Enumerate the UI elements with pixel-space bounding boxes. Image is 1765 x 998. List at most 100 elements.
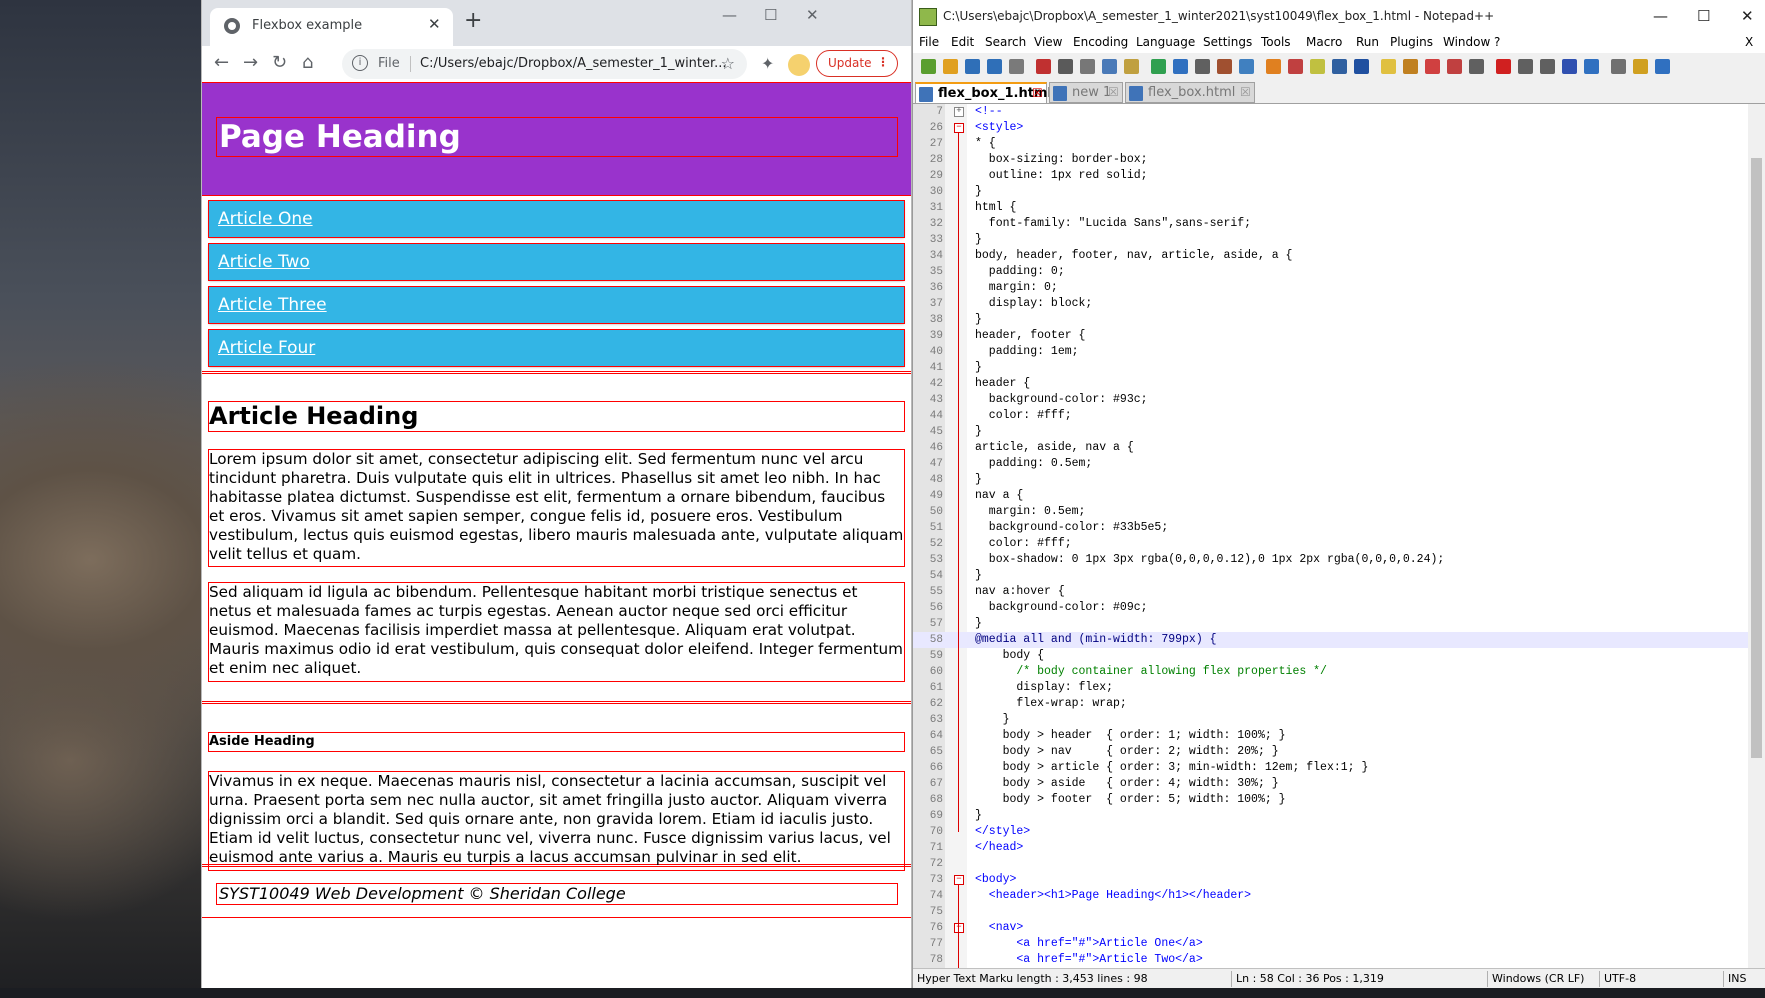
menu-encoding[interactable]: Encoding	[1073, 35, 1128, 49]
folder-icon[interactable]	[1633, 59, 1648, 74]
back-icon[interactable]: ←	[214, 52, 229, 73]
fold-collapse-icon[interactable]: −	[954, 875, 964, 885]
code-line[interactable]: 59 body {	[913, 648, 1765, 664]
code-editor[interactable]: 7 + <!-- 26 − <style> 27 * {28 box-sizing: bord…	[913, 104, 1765, 968]
code-line[interactable]: 44 color: #fff;	[913, 408, 1765, 424]
nav-link-article-two[interactable]: Article Two	[208, 243, 905, 281]
avatar[interactable]	[788, 54, 810, 76]
code-line[interactable]: 78 <a href="#">Article Two</a>	[913, 952, 1765, 968]
update-button[interactable]: Update ⋮	[816, 50, 898, 77]
code-line[interactable]: 67 body > aside { order: 4; width: 30%; …	[913, 776, 1765, 792]
code-line[interactable]: 35 padding: 0;	[913, 264, 1765, 280]
code-line[interactable]: 41}	[913, 360, 1765, 376]
close-tab-icon[interactable]: ✕	[428, 15, 441, 33]
save-all-icon[interactable]	[987, 59, 1002, 74]
code-line[interactable]: 28 box-sizing: border-box;	[913, 152, 1765, 168]
save-macro-icon[interactable]	[1584, 59, 1599, 74]
code-line[interactable]: 63 }	[913, 712, 1765, 728]
code-line[interactable]: 30}	[913, 184, 1765, 200]
scrollbar-thumb[interactable]	[1751, 158, 1762, 758]
code-line[interactable]: 55 nav a:hover {	[913, 584, 1765, 600]
show-all-chars-icon[interactable]	[1354, 59, 1369, 74]
home-icon[interactable]: ⌂	[302, 52, 313, 73]
code-line[interactable]: 43 background-color: #93c;	[913, 392, 1765, 408]
code-line[interactable]: 32 font-family: "Lucida Sans",sans-serif…	[913, 216, 1765, 232]
open-file-icon[interactable]	[943, 59, 958, 74]
tab-flex-box-1[interactable]: flex_box_1.html ☒	[915, 82, 1052, 103]
code-line[interactable]: 62 flex-wrap: wrap;	[913, 696, 1765, 712]
code-line[interactable]: 51 background-color: #33b5e5;	[913, 520, 1765, 536]
menu-plugins[interactable]: Plugins	[1390, 35, 1433, 49]
new-tab-icon[interactable]: +	[464, 10, 482, 32]
minimize-icon[interactable]: —	[1653, 7, 1668, 25]
code-line[interactable]: 34 body, header, footer, nav, article, as…	[913, 248, 1765, 264]
replace-icon[interactable]	[1217, 59, 1232, 74]
code-line[interactable]: 50 margin: 0.5em;	[913, 504, 1765, 520]
browser-tab[interactable]: Flexbox example ✕	[210, 8, 453, 46]
minimize-icon[interactable]: —	[722, 6, 737, 24]
code-line[interactable]: 26 − <style>	[913, 120, 1765, 136]
new-file-icon[interactable]	[921, 59, 936, 74]
record-macro-icon[interactable]	[1496, 59, 1511, 74]
monitoring-icon[interactable]	[1611, 59, 1626, 74]
close-tab-icon[interactable]: ☒	[1108, 85, 1119, 99]
code-line[interactable]: 76 − <nav>	[913, 920, 1765, 936]
code-line[interactable]: 56 background-color: #09c;	[913, 600, 1765, 616]
sync-v-icon[interactable]	[1288, 59, 1303, 74]
play-macro-icon[interactable]	[1540, 59, 1555, 74]
reload-icon[interactable]: ↻	[272, 52, 287, 73]
stop-record-icon[interactable]	[1518, 59, 1533, 74]
code-line[interactable]: 38}	[913, 312, 1765, 328]
undo-icon[interactable]	[1151, 59, 1166, 74]
menu-run[interactable]: Run	[1356, 35, 1379, 49]
fold-collapse-icon[interactable]: −	[954, 923, 964, 933]
fold-expand-icon[interactable]: +	[954, 107, 964, 117]
code-line[interactable]: 53 box-shadow: 0 1px 3px rgba(0,0,0,0.12…	[913, 552, 1765, 568]
sync-h-icon[interactable]	[1310, 59, 1325, 74]
forward-icon[interactable]: →	[243, 52, 258, 73]
folder-workspace-icon[interactable]	[1469, 59, 1484, 74]
code-line[interactable]: 54}	[913, 568, 1765, 584]
code-line[interactable]: 7 + <!--	[913, 104, 1765, 120]
close-doc-icon[interactable]: X	[1745, 35, 1753, 49]
menu-window[interactable]: Window	[1443, 35, 1490, 49]
paste-icon[interactable]	[1124, 59, 1139, 74]
code-line[interactable]: 71 </head>	[913, 840, 1765, 856]
code-line[interactable]: 49 nav a {	[913, 488, 1765, 504]
close-tab-icon[interactable]: ☒	[1032, 86, 1043, 100]
bookmark-star-icon[interactable]: ☆	[721, 54, 735, 73]
code-line[interactable]: 74 <header><h1>Page Heading</h1></header…	[913, 888, 1765, 904]
function-list-icon[interactable]	[1447, 59, 1462, 74]
code-line[interactable]: 40 padding: 1em;	[913, 344, 1765, 360]
doc-map-icon[interactable]	[1425, 59, 1440, 74]
code-line[interactable]: 29 outline: 1px red solid;	[913, 168, 1765, 184]
menu-search[interactable]: Search	[985, 35, 1026, 49]
code-line[interactable]: 48}	[913, 472, 1765, 488]
code-line[interactable]: 64 body > header { order: 1; width: 100%…	[913, 728, 1765, 744]
code-line[interactable]: 47 padding: 0.5em;	[913, 456, 1765, 472]
nav-link-article-three[interactable]: Article Three	[208, 286, 905, 324]
find-icon[interactable]	[1195, 59, 1210, 74]
code-line[interactable]: 65 body > nav { order: 2; width: 20%; }	[913, 744, 1765, 760]
vertical-scrollbar[interactable]	[1748, 104, 1765, 968]
code-line[interactable]: 52 color: #fff;	[913, 536, 1765, 552]
code-line[interactable]: 33}	[913, 232, 1765, 248]
code-line[interactable]: 73 − <body>	[913, 872, 1765, 888]
code-line[interactable]: 45}	[913, 424, 1765, 440]
code-line[interactable]: 77 <a href="#">Article One</a>	[913, 936, 1765, 952]
zoom-out-icon[interactable]	[1266, 59, 1281, 74]
menu-file[interactable]: File	[919, 35, 939, 49]
panel-icon[interactable]	[1655, 59, 1670, 74]
close-all-icon[interactable]	[1036, 59, 1051, 74]
nav-link-article-one[interactable]: Article One	[208, 200, 905, 238]
udl-icon[interactable]	[1403, 59, 1418, 74]
close-window-icon[interactable]: ✕	[1741, 7, 1754, 25]
code-line[interactable]: 31 html {	[913, 200, 1765, 216]
play-multiple-icon[interactable]	[1562, 59, 1577, 74]
close-window-icon[interactable]: ✕	[806, 6, 819, 24]
tab-new-1[interactable]: new 1 ☒	[1049, 82, 1123, 103]
tab-flex-box[interactable]: flex_box.html ☒	[1125, 82, 1255, 103]
menu-view[interactable]: View	[1034, 35, 1062, 49]
code-line[interactable]: 72	[913, 856, 1765, 872]
maximize-icon[interactable]: ☐	[764, 6, 777, 24]
